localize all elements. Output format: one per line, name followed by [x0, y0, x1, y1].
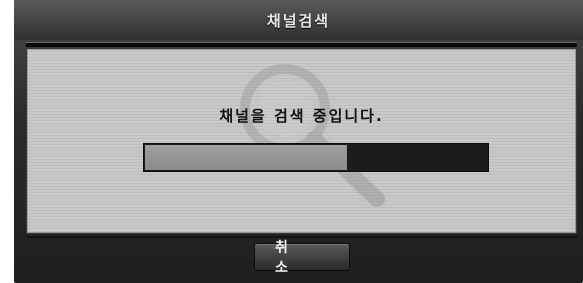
- cancel-button[interactable]: 취 소: [254, 240, 350, 276]
- title-divider: [26, 42, 577, 47]
- search-progress-bar: [143, 143, 489, 172]
- channel-search-dialog: 채널검색 채널을 검색 중입니다. 취 소: [14, 0, 583, 283]
- dialog-title: 채널검색: [266, 11, 331, 30]
- search-status-message: 채널을 검색 중입니다.: [219, 107, 384, 125]
- magnifier-icon: [240, 64, 385, 207]
- search-progress-fill: [145, 145, 347, 170]
- content-panel: 채널을 검색 중입니다.: [26, 48, 577, 234]
- title-bar: 채널검색: [14, 0, 583, 40]
